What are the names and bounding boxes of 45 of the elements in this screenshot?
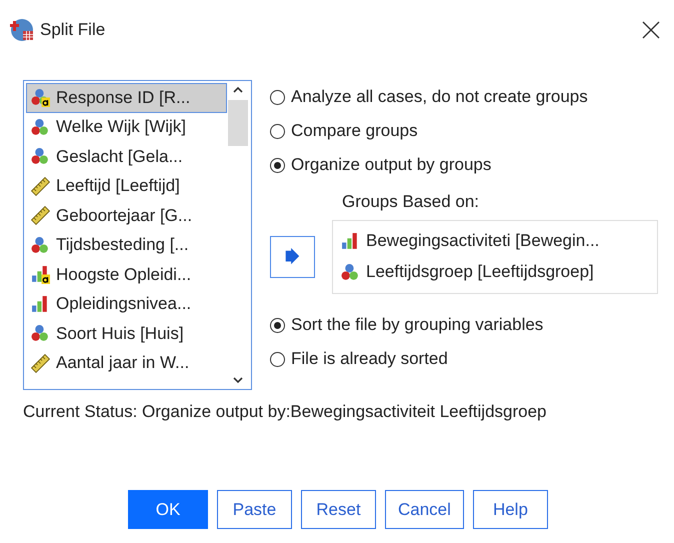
dialog-button[interactable]: Help — [472, 490, 548, 529]
variable-item[interactable]: Soort Huis [Huis] — [26, 319, 227, 348]
variable-item[interactable]: Leeftijd [Leeftijd] — [26, 172, 227, 201]
scroll-thumb[interactable] — [228, 100, 248, 146]
group-variable[interactable]: Leeftijdsgroep [Leeftijdsgroep] — [366, 262, 594, 282]
close-icon[interactable] — [642, 21, 660, 39]
group-variable[interactable]: Bewegingsactiviteti [Bewegin... — [366, 231, 600, 251]
variable-item[interactable]: Aantal jaar in W... — [26, 348, 227, 378]
radio-label[interactable]: Sort the file by grouping variables — [291, 315, 544, 335]
window-title: Split File — [40, 20, 106, 40]
variable-item[interactable]: Geslacht [Gela... — [26, 142, 227, 172]
dialog-button[interactable]: Cancel — [385, 490, 464, 529]
bar-chart-icon — [341, 232, 360, 250]
variable-item[interactable]: Tijdsbesteding [... — [26, 230, 227, 260]
nominal-icon — [31, 118, 50, 137]
nominal-icon — [31, 147, 50, 166]
variable-item[interactable]: Opleidingsnivea... — [26, 290, 227, 319]
status-text: Current Status: Organize output by:Bewegingsactiviteit Leeftijdsgroep — [23, 402, 548, 422]
bar-chart-string-icon — [31, 265, 50, 284]
nominal-string-icon — [31, 88, 50, 108]
groups-label: Groups Based on: — [342, 192, 480, 213]
variable-list[interactable]: Response ID [R... Welke Wijk [Wijk] Geslacht [Gela... Leeftijd [Leeftijd] Geboortejaar [G... Tijdsbesteding [... Hoogste Opleidi... Opleidingsnivea... Soort Huis [Huis] Aantal jaar in W... — [23, 80, 252, 390]
radio-label[interactable]: Organize output by groups — [291, 155, 492, 175]
bar-chart-icon — [31, 294, 50, 314]
nominal-icon — [341, 262, 360, 282]
radio-label[interactable]: File is already sorted — [291, 349, 448, 369]
radio-button[interactable] — [270, 90, 285, 104]
radio-button[interactable] — [270, 124, 285, 138]
ok-button[interactable]: OK — [128, 490, 208, 529]
nominal-icon — [31, 236, 50, 255]
variable-item[interactable]: Response ID [R... — [26, 83, 227, 112]
variable-item[interactable]: Geboortejaar [G... — [26, 201, 227, 230]
radio-button[interactable] — [270, 318, 285, 332]
nominal-icon — [31, 324, 50, 344]
variable-item[interactable]: Welke Wijk [Wijk] — [26, 112, 227, 142]
app-icon — [10, 18, 34, 42]
dialog-button[interactable]: Paste — [217, 490, 292, 529]
move-button[interactable] — [270, 236, 315, 278]
radio-label[interactable]: Compare groups — [291, 121, 418, 141]
variable-item[interactable]: Hoogste Opleidi... — [26, 260, 227, 290]
radio-button[interactable] — [270, 158, 285, 172]
radio-label[interactable]: Analyze all cases, do not create groups — [291, 87, 588, 107]
dialog-button[interactable]: Reset — [301, 490, 376, 529]
radio-button[interactable] — [270, 352, 285, 366]
groups-list[interactable]: Bewegingsactiviteti [Bewegin... Leeftijdsgroep [Leeftijdsgroep] — [332, 220, 658, 294]
